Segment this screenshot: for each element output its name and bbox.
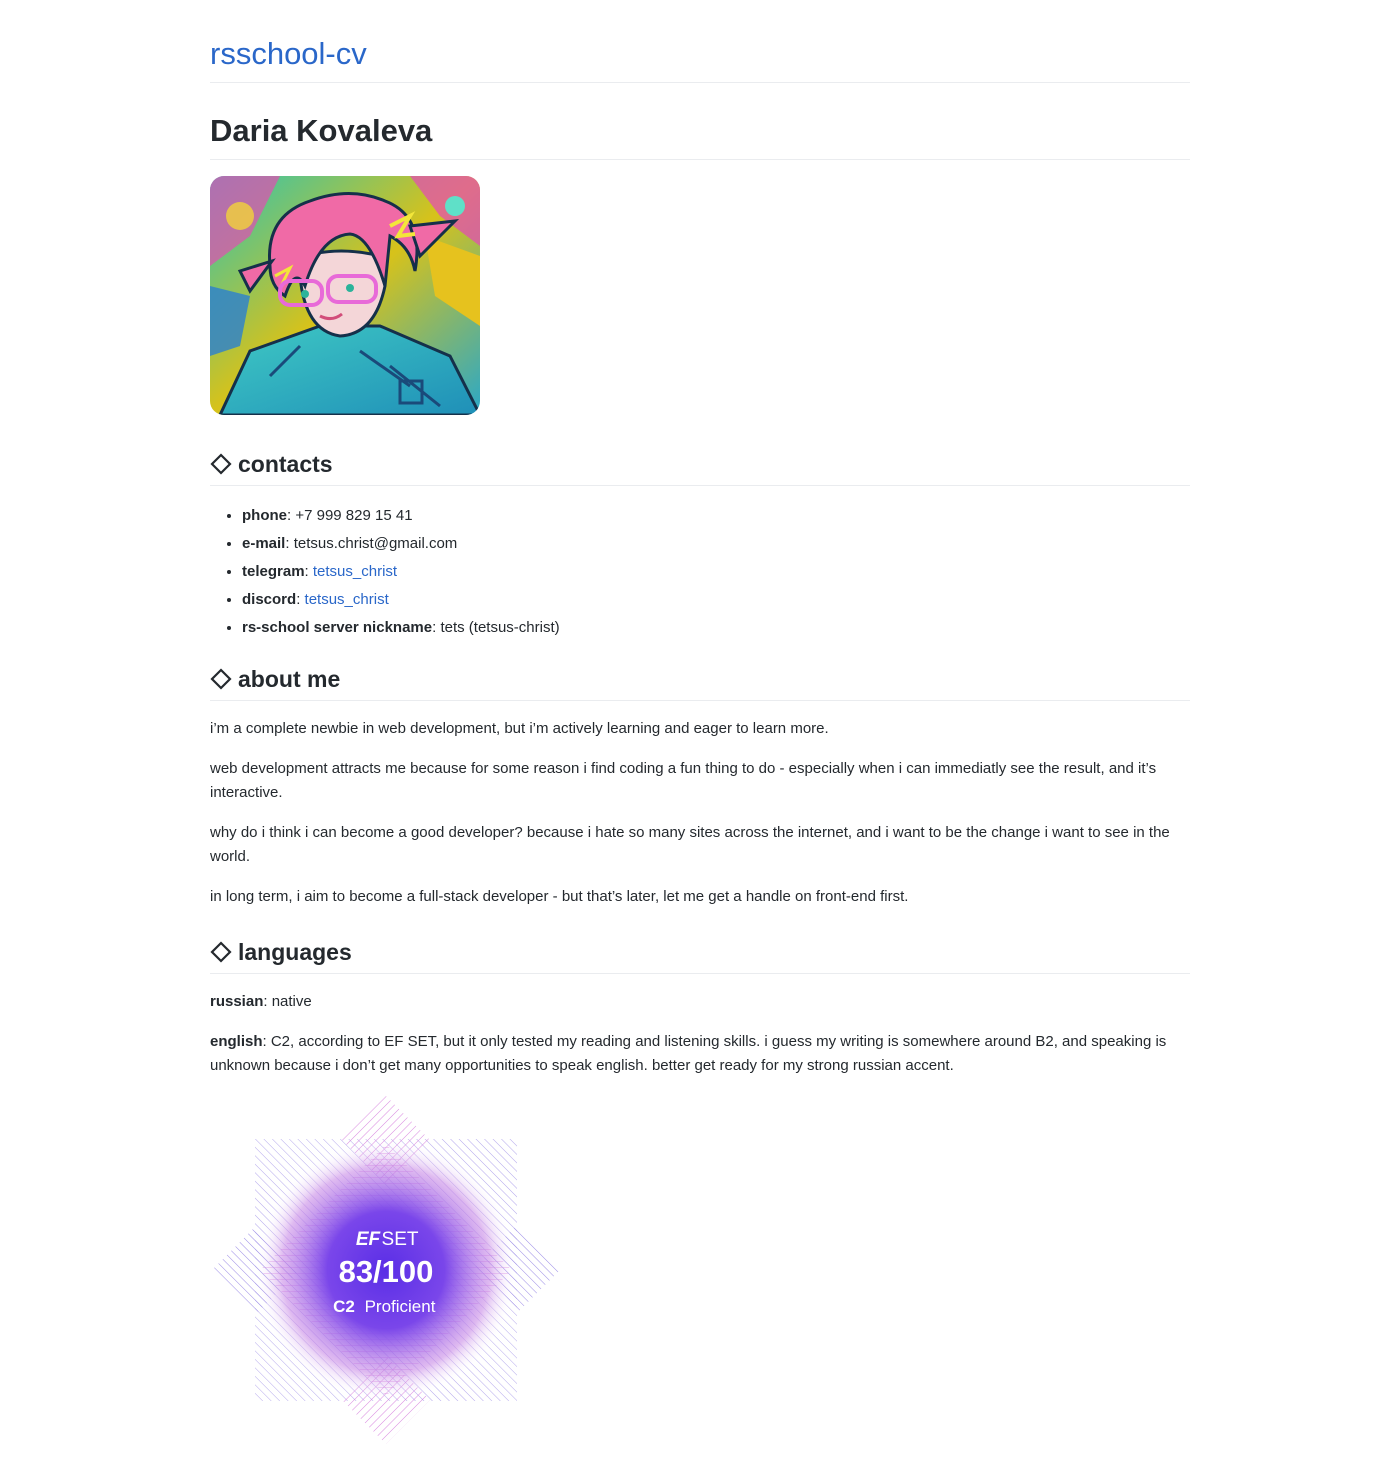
contact-item-nickname: rs-school server nickname: tets (tetsus-… [242,614,1190,642]
site-title-link[interactable]: rsschool-cv [210,36,367,71]
ef-set-certificate-badge: EF SET 83/100 C2 Proficient [212,1096,560,1444]
set-logo-text: SET [382,1229,419,1250]
contact-item-phone: phone: +7 999 829 15 41 [242,502,1190,530]
contact-label: e-mail [242,535,286,552]
ef-set-score: 83/100 [339,1254,434,1289]
page-title: Daria Kovaleva [210,111,1190,160]
languages-heading-text: languages [238,939,352,965]
telegram-link[interactable]: tetsus_christ [313,563,397,580]
contacts-list: phone: +7 999 829 15 41 e-mail: tetsus.c… [210,502,1190,642]
contacts-heading: contacts [210,449,1190,486]
language-text: : C2, according to EF SET, but it only t… [210,1033,1167,1074]
contact-value: tets (tetsus-christ) [440,619,560,636]
diamond-outline-icon [210,941,232,963]
language-text: : native [263,993,312,1010]
contact-label: phone [242,507,287,524]
discord-link[interactable]: tetsus_christ [305,591,389,608]
languages-heading: languages [210,937,1190,974]
about-paragraph: why do i think i can become a good devel… [210,824,1170,865]
ef-set-level-code: C2 [333,1297,355,1316]
contacts-heading-text: contacts [238,451,333,477]
language-label: russian [210,993,264,1010]
site-header: rsschool-cv [210,0,1190,83]
language-item-english: english: C2, according to EF SET, but it… [210,1030,1190,1078]
ef-logo-text: EF [356,1229,382,1250]
contact-value: +7 999 829 15 41 [295,507,413,524]
contact-item-email: e-mail: tetsus.christ@gmail.com [242,530,1190,558]
language-label: english [210,1033,263,1050]
contact-item-telegram: telegram: tetsus_christ [242,558,1190,586]
contact-label: telegram [242,563,305,580]
about-heading: about me [210,664,1190,701]
about-heading-text: about me [238,666,341,692]
avatar [210,176,480,415]
language-item-russian: russian: native [210,990,1190,1014]
contact-item-discord: discord: tetsus_christ [242,586,1190,614]
diamond-outline-icon [210,668,232,690]
contact-label: discord [242,591,297,608]
page-content: rsschool-cv Daria Kovaleva contacts • ph… [210,0,1190,1446]
contact-label: rs-school server nickname [242,619,433,636]
ef-set-level-text: Proficient [365,1297,436,1316]
about-paragraph: web development attracts me because for … [210,760,1157,801]
contact-value: tetsus.christ@gmail.com [293,535,458,552]
diamond-outline-icon [210,453,232,475]
about-paragraph: i’m a complete newbie in web development… [210,720,829,737]
about-paragraph: in long term, i aim to become a full-sta… [210,888,909,905]
